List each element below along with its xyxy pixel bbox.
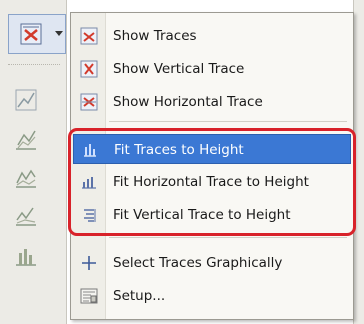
menu-item-show-horizontal-trace[interactable]: Show Horizontal Trace [73, 87, 351, 117]
fit-traces-icon [80, 140, 100, 160]
menu-separator [109, 237, 347, 238]
toolbar-button-4[interactable] [10, 200, 42, 232]
menu-item-label: Show Traces [113, 28, 197, 44]
menu-separator [109, 121, 347, 122]
stacked-traces-icon [16, 169, 36, 188]
left-toolbar [0, 0, 67, 324]
show-traces-icon [79, 26, 99, 46]
crosshair-icon [79, 253, 99, 273]
chevron-down-icon[interactable] [55, 31, 63, 36]
toolbar-button-2[interactable] [10, 124, 42, 156]
traces-icon [20, 23, 42, 45]
setup-icon [79, 286, 99, 306]
trace-graph-icon [16, 207, 36, 226]
toolbar-button-3[interactable] [10, 162, 42, 194]
bar-traces-icon [16, 249, 36, 266]
menu-item-label: Fit Vertical Trace to Height [113, 207, 291, 223]
menu-item-fit-vertical-trace[interactable]: Fit Vertical Trace to Height [73, 200, 351, 230]
toolbar-button-5[interactable] [10, 240, 42, 272]
menu-item-label: Setup... [113, 288, 166, 304]
menu-item-label: Show Vertical Trace [113, 61, 245, 77]
menu-item-setup[interactable]: Setup... [73, 281, 351, 311]
vertical-trace-icon [79, 59, 99, 79]
toolbar-button-1[interactable] [10, 84, 42, 116]
horizontal-trace-icon [79, 92, 99, 112]
menu-item-show-vertical-trace[interactable]: Show Vertical Trace [73, 54, 351, 84]
fit-horizontal-icon [79, 172, 99, 192]
menu-item-select-traces-graphically[interactable]: Select Traces Graphically [73, 248, 351, 278]
menu-item-label: Fit Horizontal Trace to Height [113, 174, 309, 190]
menu-item-label: Select Traces Graphically [113, 255, 283, 271]
toolbar-separator [8, 64, 60, 65]
menu-item-fit-traces-to-height[interactable]: Fit Traces to Height [73, 134, 351, 164]
menu-item-label: Fit Traces to Height [114, 142, 244, 158]
multi-trace-icon [16, 130, 36, 150]
menu-item-label: Show Horizontal Trace [113, 94, 263, 110]
fit-vertical-icon [79, 205, 99, 225]
menu-item-show-traces[interactable]: Show Traces [73, 21, 351, 51]
window-edge [353, 0, 364, 324]
chart-line-icon [15, 89, 37, 111]
menu-item-fit-horizontal-trace[interactable]: Fit Horizontal Trace to Height [73, 167, 351, 197]
traces-dropdown-menu: Show Traces Show Vertical Trace Show Hor… [70, 12, 354, 320]
